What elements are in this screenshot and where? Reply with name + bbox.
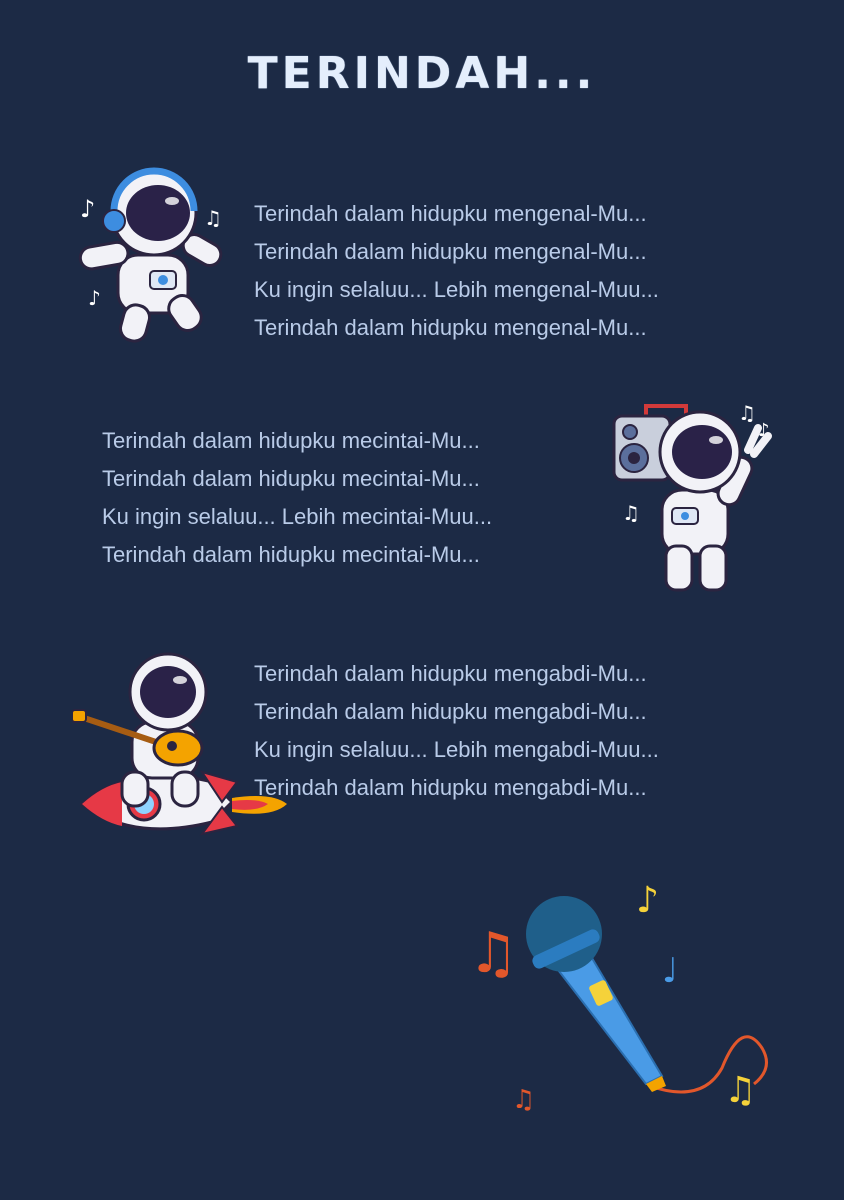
svg-text:♫: ♫ bbox=[512, 1085, 535, 1115]
verse-3: Terindah dalam hidupku mengabdi-Mu... Te… bbox=[254, 655, 659, 807]
verse-1: Terindah dalam hidupku mengenal-Mu... Te… bbox=[254, 195, 659, 347]
svg-text:♫: ♫ bbox=[738, 401, 756, 425]
microphone-icon: ♫ ♪ ♩ ♫ ♫ bbox=[468, 880, 768, 1115]
svg-text:♫: ♫ bbox=[724, 1070, 756, 1111]
lyric-line: Ku ingin selaluu... Lebih mengabdi-Muu..… bbox=[254, 737, 659, 762]
lyric-line: Terindah dalam hidupku mengenal-Mu... bbox=[254, 315, 647, 340]
lyric-line: Ku ingin selaluu... Lebih mengenal-Muu..… bbox=[254, 277, 659, 302]
lyric-line: Terindah dalam hidupku mecintai-Mu... bbox=[102, 428, 480, 453]
lyric-line: Ku ingin selaluu... Lebih mecintai-Muu..… bbox=[102, 504, 493, 529]
lyric-line: Terindah dalam hidupku mengenal-Mu... bbox=[254, 201, 647, 226]
lyric-line: Terindah dalam hidupku mecintai-Mu... bbox=[102, 542, 480, 567]
lyric-line: Terindah dalam hidupku mengabdi-Mu... bbox=[254, 775, 647, 800]
svg-text:♪: ♪ bbox=[636, 880, 659, 921]
lyric-line: Terindah dalam hidupku mengenal-Mu... bbox=[254, 239, 647, 264]
page-title: TERINDAH... bbox=[247, 48, 597, 99]
svg-text:♪: ♪ bbox=[80, 195, 95, 223]
astronaut-boombox-icon: ♫ ♪ ♫ bbox=[612, 401, 772, 592]
svg-text:♫: ♫ bbox=[204, 206, 222, 230]
svg-text:♫: ♫ bbox=[622, 501, 640, 525]
verse-2: Terindah dalam hidupku mecintai-Mu... Te… bbox=[102, 422, 492, 574]
svg-text:♪: ♪ bbox=[88, 286, 101, 310]
lyric-line: Terindah dalam hidupku mengabdi-Mu... bbox=[254, 699, 647, 724]
svg-text:♩: ♩ bbox=[662, 951, 678, 991]
svg-text:♫: ♫ bbox=[468, 921, 518, 986]
lyric-line: Terindah dalam hidupku mengabdi-Mu... bbox=[254, 661, 647, 686]
astronaut-headphones-icon: ♪ ♫ ♪ bbox=[78, 167, 223, 343]
lyric-line: Terindah dalam hidupku mecintai-Mu... bbox=[102, 466, 480, 491]
